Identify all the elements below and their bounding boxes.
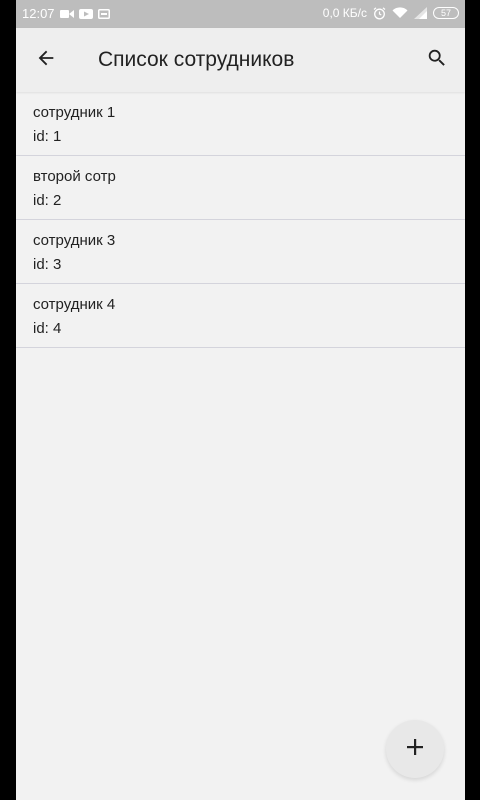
status-time: 12:07 xyxy=(22,6,55,21)
list-item[interactable]: сотрудник 3 id: 3 xyxy=(16,220,465,284)
employee-id: id: 3 xyxy=(33,256,62,273)
status-bar-left: 12:07 xyxy=(22,6,110,21)
employee-list: сотрудник 1 id: 1 второй сотр id: 2 сотр… xyxy=(16,92,465,348)
plus-icon xyxy=(405,737,425,762)
battery-level: 57 xyxy=(440,8,451,18)
back-button[interactable] xyxy=(30,44,62,76)
employee-id: id: 2 xyxy=(33,192,62,209)
employee-name: сотрудник 1 xyxy=(33,104,116,121)
status-bar-right: 0,0 КБ/с 57 xyxy=(323,6,459,20)
status-bar: 12:07 0,0 КБ/с 57 xyxy=(16,0,465,28)
employee-name: сотрудник 3 xyxy=(33,232,116,249)
app-screen: 12:07 0,0 КБ/с 57 Список сотрудников сот… xyxy=(16,0,465,800)
employee-name: второй сотр xyxy=(33,168,116,185)
battery-icon: 57 xyxy=(433,7,459,19)
video-camera-icon xyxy=(59,9,74,19)
employee-id: id: 4 xyxy=(33,320,62,337)
network-speed: 0,0 КБ/с xyxy=(322,6,367,20)
search-button[interactable] xyxy=(421,44,453,76)
screen-icon xyxy=(97,8,110,19)
list-item[interactable]: второй сотр id: 2 xyxy=(16,156,465,220)
list-item[interactable]: сотрудник 1 id: 1 xyxy=(16,92,465,156)
youtube-icon xyxy=(78,8,93,19)
toolbar: Список сотрудников xyxy=(16,28,465,92)
search-icon xyxy=(426,47,448,74)
add-employee-button[interactable] xyxy=(386,720,444,778)
signal-icon xyxy=(414,7,427,19)
wifi-icon xyxy=(392,7,408,19)
list-item[interactable]: сотрудник 4 id: 4 xyxy=(16,284,465,348)
alarm-icon xyxy=(373,6,386,20)
employee-name: сотрудник 4 xyxy=(33,296,116,313)
page-title: Список сотрудников xyxy=(98,48,295,71)
arrow-back-icon xyxy=(35,47,57,74)
employee-id: id: 1 xyxy=(33,128,62,145)
